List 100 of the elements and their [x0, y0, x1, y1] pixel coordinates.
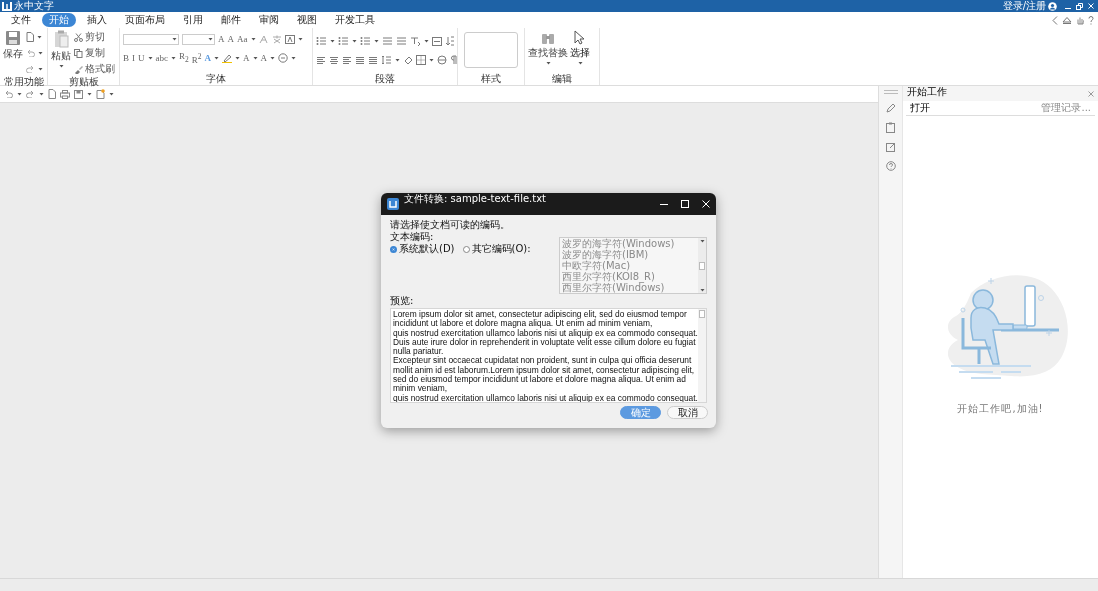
find-replace-button[interactable]: 查找替换 — [528, 30, 568, 73]
caret-icon[interactable] — [291, 56, 297, 60]
align-left-icon[interactable] — [316, 55, 326, 65]
menu-tab[interactable]: 邮件 — [214, 13, 248, 27]
character-border-icon[interactable] — [284, 34, 295, 44]
help-icon[interactable] — [1088, 15, 1094, 25]
select-button[interactable]: 选择 — [570, 30, 590, 73]
caret-icon[interactable] — [214, 56, 220, 60]
scroll-thumb-icon[interactable] — [699, 261, 705, 270]
encoding-item[interactable]: 波罗的海字符(IBM) — [562, 249, 698, 260]
distributed-icon[interactable] — [368, 55, 378, 65]
caret-icon[interactable] — [297, 37, 303, 41]
caret-icon[interactable] — [429, 58, 434, 62]
font-format-button[interactable]: abc — [155, 53, 168, 63]
scroll-thumb-icon[interactable] — [699, 310, 705, 318]
manage-records-link[interactable]: 管理记录... — [1041, 102, 1091, 114]
font-format-button[interactable]: I — [132, 53, 135, 63]
drag-handle-icon[interactable] — [883, 90, 898, 94]
caret-icon[interactable] — [58, 64, 64, 68]
caret-icon[interactable] — [235, 56, 241, 60]
encoding-item[interactable]: 西里尔字符(KOI8_R) — [562, 271, 698, 282]
encoding-radio[interactable]: 其它编码(O): — [462, 243, 531, 255]
document-icon[interactable] — [26, 32, 34, 42]
copy-button[interactable]: 复制 — [74, 46, 115, 60]
sort-icon[interactable] — [445, 36, 455, 46]
maximize-icon[interactable] — [681, 200, 689, 208]
caret-icon[interactable] — [147, 56, 153, 60]
caret-icon[interactable] — [577, 61, 583, 65]
menu-tab[interactable]: 开发工具 — [328, 13, 382, 27]
hand-icon[interactable] — [1076, 15, 1084, 25]
format-painter-button[interactable]: 格式刷 — [74, 62, 115, 76]
line-spacing-icon[interactable] — [381, 55, 392, 65]
caret-icon[interactable] — [395, 58, 400, 62]
edit-icon[interactable] — [885, 142, 896, 152]
restore-icon[interactable] — [1076, 2, 1083, 10]
align-right-icon[interactable] — [342, 55, 352, 65]
menu-tab[interactable]: 文件 — [4, 13, 38, 27]
caret-icon[interactable] — [699, 239, 705, 243]
preview-area[interactable] — [390, 308, 707, 403]
menu-tab[interactable]: 审阅 — [252, 13, 286, 27]
highlighter-icon[interactable] — [222, 53, 233, 63]
caret-icon[interactable] — [374, 39, 379, 43]
caret-icon[interactable] — [545, 61, 551, 65]
caret-icon[interactable] — [109, 92, 114, 96]
caret-icon[interactable] — [250, 37, 256, 41]
printer-icon[interactable] — [60, 89, 70, 99]
scrollbar[interactable] — [698, 309, 706, 402]
paste-button[interactable]: 粘贴 — [51, 30, 71, 76]
encoding-item[interactable]: 西里尔字符(Windows) — [562, 282, 698, 293]
caret-icon[interactable] — [270, 56, 276, 60]
help-icon[interactable] — [885, 161, 896, 171]
change-case-button[interactable]: Aa — [237, 34, 248, 44]
menu-tab[interactable]: 视图 — [290, 13, 324, 27]
cut-button[interactable]: 剪切 — [74, 30, 115, 44]
user-icon[interactable] — [1048, 1, 1057, 11]
save-button[interactable]: 保存 — [3, 30, 23, 76]
borders-icon[interactable] — [416, 55, 426, 65]
menu-tab[interactable]: 引用 — [176, 13, 210, 27]
undo-icon[interactable] — [26, 49, 35, 57]
menu-tab[interactable]: 开始 — [42, 13, 76, 27]
pilcrow-icon[interactable] — [450, 55, 457, 65]
asian-layout-icon[interactable] — [432, 36, 442, 46]
shrink-font-button[interactable]: A — [227, 34, 234, 44]
font-format-button[interactable]: R$^{2}$ — [191, 51, 202, 65]
open-link[interactable]: 打开 — [910, 102, 930, 114]
menu-tab[interactable]: 页面布局 — [118, 13, 172, 27]
grow-font-button[interactable]: A — [218, 34, 225, 44]
caret-icon[interactable] — [39, 92, 44, 96]
caret-icon[interactable] — [17, 92, 22, 96]
font-format-button[interactable]: A — [260, 53, 268, 63]
caret-icon[interactable] — [330, 39, 335, 43]
bulleted-list-icon[interactable] — [316, 36, 327, 46]
caret-icon[interactable] — [252, 56, 258, 60]
caret-icon[interactable] — [171, 56, 176, 60]
caret-icon[interactable] — [424, 39, 429, 43]
redo-icon[interactable] — [26, 90, 35, 98]
font-name-field[interactable] — [123, 33, 179, 45]
caret-icon[interactable] — [38, 51, 43, 55]
clipboard-icon[interactable] — [886, 122, 895, 133]
encoding-radio[interactable]: 系统默认(D) — [390, 243, 455, 255]
multilevel-list-icon[interactable] — [360, 36, 371, 46]
caret-icon[interactable] — [87, 92, 92, 96]
caret-icon[interactable] — [172, 37, 177, 41]
cancel-button[interactable]: 取消 — [667, 406, 708, 419]
justify-icon[interactable] — [355, 55, 365, 65]
scrollbar[interactable] — [698, 238, 706, 293]
numbered-list-icon[interactable] — [338, 36, 349, 46]
encoding-item[interactable]: 中欧字符(Mac) — [562, 260, 698, 271]
caret-icon[interactable] — [699, 288, 705, 292]
undo-icon[interactable] — [4, 90, 13, 98]
text-direction-icon[interactable] — [410, 36, 421, 46]
pencil-icon[interactable] — [885, 103, 896, 113]
font-format-button[interactable]: U — [138, 53, 145, 63]
font-format-button[interactable]: R$_{2}$ — [179, 51, 189, 65]
collapse-ribbon-icon[interactable] — [1062, 16, 1072, 24]
caret-icon[interactable] — [38, 67, 43, 71]
font-format-button[interactable]: A — [243, 53, 250, 63]
login-link[interactable]: 登录/注册 — [1002, 0, 1046, 12]
encoding-item[interactable]: 波罗的海字符(Windows) — [562, 238, 698, 249]
caret-icon[interactable] — [37, 35, 42, 39]
